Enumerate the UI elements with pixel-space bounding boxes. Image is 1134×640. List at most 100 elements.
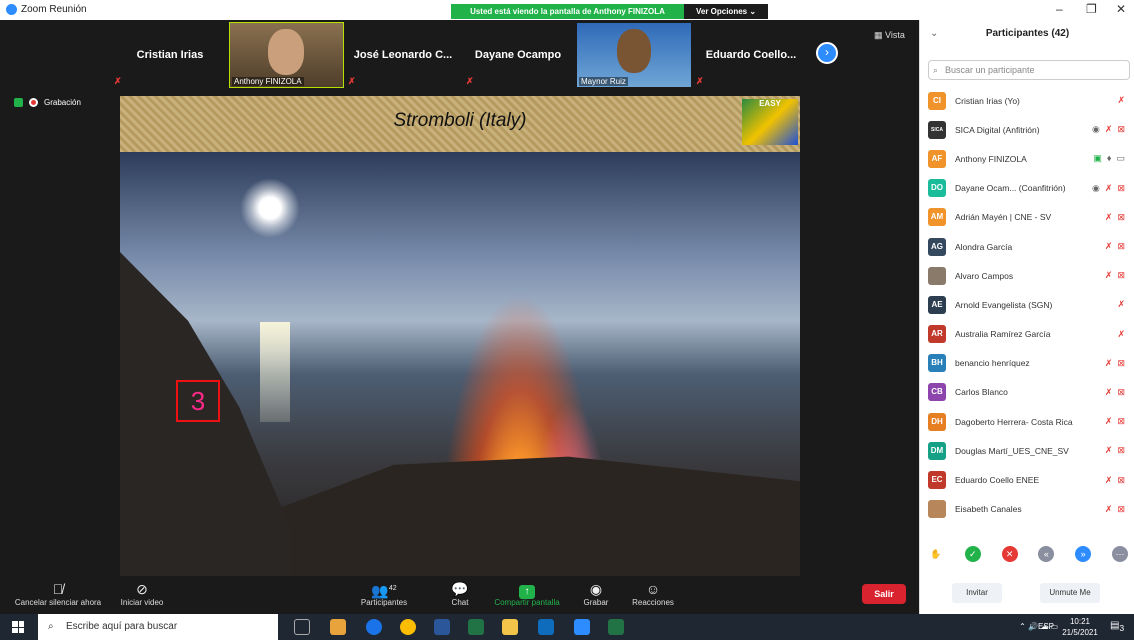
slide-header: Stromboli (Italy) EASY [120,96,800,152]
participant-tile[interactable]: José Leonardo C... ✗ [344,23,462,87]
participant-row[interactable]: Eisabeth Canales ✗ ⊠ [920,495,1134,524]
mic-muted-icon: 🎙̸ [52,581,64,597]
participant-name: Cristian Irias [136,49,204,61]
video-tile[interactable]: Anthony FINIZOLA [229,22,344,88]
participant-row[interactable]: SICA SICA Digital (Anfitrión) ◉ ✗ ⊠ [920,115,1134,144]
participant-row[interactable]: AF Anthony FINIZOLA ▣ ♦ ▭ [920,144,1134,173]
video-label: Iniciar video [120,598,164,607]
no-icon[interactable]: ✕ [1001,546,1018,562]
participant-tile[interactable]: Eduardo Coello... ✗ [692,23,810,87]
participant-row[interactable]: DH Dagoberto Herrera- Costa Rica ✗ ⊠ [920,407,1134,436]
participant-tile[interactable]: Dayane Ocampo ✗ [462,23,574,87]
view-button[interactable]: ▦ Vista [874,30,905,41]
participants-button[interactable]: 👥42 Participantes [355,580,413,607]
close-button[interactable]: ✕ [1116,2,1126,16]
participant-row[interactable]: DO Dayane Ocam... (Coanfitrión) ◉ ✗ ⊠ [920,174,1134,203]
record-icon: ◉ [589,581,603,597]
start-video-button[interactable]: ⊘ Iniciar video [112,580,172,607]
shield-icon [14,98,23,107]
language-indicator[interactable]: ESP [1038,622,1054,631]
video-off-icon: ⊠ [1117,124,1125,135]
notification-icon[interactable]: ▤3 [1110,620,1124,633]
participant-row[interactable]: AM Adrián Mayén | CNE - SV ✗ ⊠ [920,203,1134,232]
edge-icon[interactable] [366,619,382,635]
notification-count: 3 [1119,623,1125,633]
participant-name: Dayane Ocampo [474,49,562,61]
video-off-icon: ⊠ [1117,357,1125,368]
mic-muted-icon: ✗ [1117,95,1125,106]
clock[interactable]: 10:21 21/5/2021 [1060,616,1100,638]
avatar: AM [928,208,946,227]
mic-muted-icon: ✗ [1104,445,1113,456]
view-options-button[interactable]: Ver Opciones ⌄ [684,4,768,19]
mic-muted-icon: ✗ [1117,299,1125,310]
maximize-button[interactable]: ❐ [1086,2,1097,16]
participant-row[interactable]: AE Arnold Evangelista (SGN) ✗ [920,290,1134,319]
mute-button[interactable]: 🎙̸ Cancelar silenciar ahora [10,580,106,607]
participant-status-icons: ✗ ⊠ [1105,504,1125,515]
invite-button[interactable]: Invitar [952,583,1002,603]
mic-muted-icon: ✗ [1104,270,1113,281]
avatar: DH [928,412,946,431]
next-page-button[interactable]: › [816,42,838,64]
minimize-button[interactable]: – [1056,2,1063,16]
participant-row[interactable]: AR Australia Ramírez García ✗ [920,320,1134,349]
participant-row[interactable]: DM Douglas Martí_UES_CNE_SV ✗ ⊠ [920,436,1134,465]
taskbar-search-placeholder: Escribe aquí para buscar [66,621,178,632]
zoom-taskbar-icon[interactable] [574,619,590,635]
clock-time: 10:21 [1069,617,1091,626]
avatar [928,500,946,519]
faster-icon[interactable]: » [1075,546,1092,562]
participant-status-icons: ✗ ⊠ [1105,358,1125,369]
avatar: AG [928,237,946,256]
participant-name: Alvaro Campos [955,270,1014,281]
participant-row[interactable]: CB Carlos Blanco ✗ ⊠ [920,378,1134,407]
video-off-icon: ⊠ [1117,386,1125,397]
video-off-icon: ⊘ [136,581,148,597]
mic-muted-icon: ✗ [1104,386,1113,397]
more-icon[interactable]: ⋯ [1111,546,1128,562]
word-icon[interactable] [434,619,450,635]
share-screen-button[interactable]: ↑ Compartir pantalla [488,580,566,607]
chrome-icon[interactable] [400,619,416,635]
share-icon: ▣ [1093,153,1102,164]
slower-icon[interactable]: « [1038,546,1055,562]
reaction-icon: ☺ [645,581,661,597]
windows-start-icon[interactable] [12,621,24,633]
reactions-button[interactable]: ☺ Reacciones [626,580,680,607]
participant-row[interactable]: EC Eduardo Coello ENEE ✗ ⊠ [920,465,1134,494]
participant-row[interactable]: CI Cristian Irias (Yo) ✗ [920,86,1134,115]
yes-icon[interactable]: ✓ [964,546,981,562]
windows-taskbar: ⌕ Escribe aquí para buscar ⌃ 🔊 ☁ ▭ ESP 1… [0,614,1134,640]
participant-name: SICA Digital (Anfitrión) [955,124,1040,135]
participant-status-icons: ✗ ⊠ [1105,270,1125,281]
file-explorer-icon[interactable] [330,619,346,635]
participant-row[interactable]: AG Alondra García ✗ ⊠ [920,232,1134,261]
excel-icon[interactable] [468,619,484,635]
participant-name: Arnold Evangelista (SGN) [955,299,1053,310]
unmute-me-button[interactable]: Unmute Me [1040,583,1100,603]
excel-2-icon[interactable] [608,619,624,635]
participant-face [268,29,304,75]
outlook-icon[interactable] [538,619,554,635]
sea-reflection [260,322,290,422]
search-placeholder: Buscar un participante [945,65,1035,75]
participant-tile[interactable]: Cristian Irias ✗ [110,23,230,87]
record-button[interactable]: ◉ Grabar [576,580,616,607]
taskbar-search-input[interactable]: ⌕ Escribe aquí para buscar [38,614,278,640]
folder-icon[interactable] [502,619,518,635]
video-tile[interactable]: Maynor Ruiz [576,22,692,88]
participant-search-input[interactable]: ⌕ Buscar un participante [928,60,1130,80]
participant-name: Carlos Blanco [955,387,1008,398]
mic-muted-icon: ✗ [1104,357,1113,368]
task-view-icon[interactable] [294,619,310,635]
leave-button[interactable]: Salir [862,584,906,604]
participant-row[interactable]: Alvaro Campos ✗ ⊠ [920,261,1134,290]
participant-name: Eisabeth Canales [955,504,1022,515]
participant-row[interactable]: BH benancio henríquez ✗ ⊠ [920,349,1134,378]
avatar: AE [928,295,946,314]
participant-status-icons: ✗ [1117,95,1125,106]
raise-hand-icon[interactable]: ✋ [928,546,944,562]
view-label: Vista [885,30,905,40]
chat-button[interactable]: 💬 Chat [440,580,480,607]
